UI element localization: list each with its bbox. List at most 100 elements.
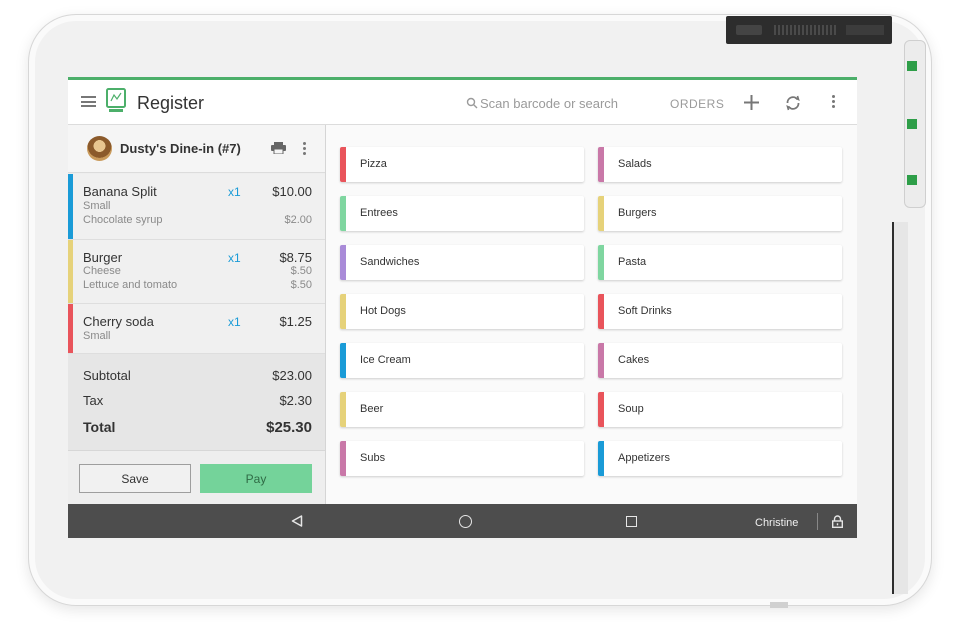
category-tile-ice-cream[interactable]: Ice Cream <box>340 343 584 378</box>
tax-label: Tax <box>83 393 104 408</box>
category-grid: Pizza Salads Entrees Burgers Sandwiches … <box>327 125 857 504</box>
line-accent <box>68 304 73 353</box>
item-price: $10.00 <box>272 184 312 199</box>
tile-accent <box>598 343 604 378</box>
item-name: Banana Split <box>83 184 157 199</box>
search-input[interactable] <box>480 93 656 113</box>
item-qty: x1 <box>228 315 241 329</box>
tile-accent <box>340 294 346 329</box>
subtotal-label: Subtotal <box>83 368 131 383</box>
category-label: Soup <box>618 403 644 415</box>
category-tile-pizza[interactable]: Pizza <box>340 147 584 182</box>
app-screen: Register ORDERS Dusty's Dine-in (#7) <box>68 77 857 538</box>
tile-accent <box>598 245 604 280</box>
category-tile-entrees[interactable]: Entrees <box>340 196 584 231</box>
register-logo-icon <box>106 88 126 112</box>
total-label: Total <box>83 419 116 435</box>
category-tile-subs[interactable]: Subs <box>340 441 584 476</box>
side-rail <box>892 222 908 594</box>
category-tile-sandwiches[interactable]: Sandwiches <box>340 245 584 280</box>
order-panel: Dusty's Dine-in (#7) Banana Split x1 $10… <box>68 125 326 504</box>
indicator-light <box>907 61 917 71</box>
category-tile-salads[interactable]: Salads <box>598 147 842 182</box>
category-tile-burgers[interactable]: Burgers <box>598 196 842 231</box>
bottom-clip <box>770 602 788 608</box>
recent-apps-icon[interactable] <box>626 516 637 527</box>
line-accent <box>68 174 73 239</box>
tax-value: $2.30 <box>279 393 312 408</box>
category-label: Sandwiches <box>360 256 420 268</box>
category-label: Appetizers <box>618 452 670 464</box>
system-nav-bar: Christine <box>68 504 857 538</box>
divider <box>817 513 818 530</box>
category-tile-appetizers[interactable]: Appetizers <box>598 441 842 476</box>
category-label: Burgers <box>618 207 657 219</box>
home-icon[interactable] <box>459 515 472 528</box>
category-label: Hot Dogs <box>360 305 406 317</box>
pay-button[interactable]: Pay <box>200 464 312 493</box>
search-icon[interactable] <box>466 97 478 109</box>
line-accent <box>68 240 73 303</box>
side-indicator-strip <box>904 40 926 208</box>
avatar <box>87 136 112 161</box>
total-value: $25.30 <box>266 419 312 436</box>
tile-accent <box>598 441 604 476</box>
printer-icon[interactable] <box>271 142 286 154</box>
tile-accent <box>598 392 604 427</box>
category-label: Pasta <box>618 256 647 268</box>
order-line-item[interactable]: Burger x1 $8.75 Cheese $.50 Lettuce and … <box>68 240 325 304</box>
category-tile-soup[interactable]: Soup <box>598 392 842 427</box>
tile-accent <box>598 294 604 329</box>
category-tile-soft-drinks[interactable]: Soft Drinks <box>598 294 842 329</box>
order-more-icon[interactable] <box>303 142 306 157</box>
modifier-price: $.50 <box>290 279 312 291</box>
lock-icon[interactable] <box>832 515 843 528</box>
modifier-price: $.50 <box>290 265 312 277</box>
back-icon[interactable] <box>291 515 303 527</box>
save-button[interactable]: Save <box>79 464 191 493</box>
modifier-name: Chocolate syrup <box>83 214 163 226</box>
subtotal-value: $23.00 <box>272 368 312 383</box>
tile-accent <box>598 147 604 182</box>
sync-icon[interactable] <box>784 94 802 112</box>
order-line-item[interactable]: Cherry soda x1 $1.25 Small <box>68 304 325 354</box>
tile-accent <box>340 245 346 280</box>
category-tile-cakes[interactable]: Cakes <box>598 343 842 378</box>
modifier-name: Small <box>83 330 111 342</box>
camera-lens <box>736 25 762 35</box>
order-header: Dusty's Dine-in (#7) <box>68 125 325 173</box>
menu-icon[interactable] <box>81 96 96 107</box>
modifier-price: $2.00 <box>284 214 312 226</box>
category-label: Cakes <box>618 354 650 366</box>
card-slot <box>846 25 884 35</box>
modifier-name: Small <box>83 200 111 212</box>
tile-accent <box>340 147 346 182</box>
category-label: Soft Drinks <box>618 305 672 317</box>
tile-accent <box>340 343 346 378</box>
tile-accent <box>340 392 346 427</box>
category-label: Pizza <box>360 158 387 170</box>
orders-button[interactable]: ORDERS <box>670 97 724 111</box>
item-qty: x1 <box>228 185 241 199</box>
page-title: Register <box>137 93 205 113</box>
category-label: Ice Cream <box>360 354 411 366</box>
more-vert-icon[interactable] <box>832 95 836 109</box>
current-user-name[interactable]: Christine <box>755 517 798 529</box>
category-label: Beer <box>360 403 384 415</box>
tile-accent <box>340 441 346 476</box>
order-line-item[interactable]: Banana Split x1 $10.00 Small Chocolate s… <box>68 174 325 240</box>
indicator-light <box>907 119 917 129</box>
category-tile-beer[interactable]: Beer <box>340 392 584 427</box>
tile-accent <box>340 196 346 231</box>
plus-icon[interactable] <box>743 94 760 111</box>
speaker-grille <box>774 25 836 35</box>
item-name: Burger <box>83 250 123 265</box>
card-reader-module <box>726 16 892 44</box>
item-price: $1.25 <box>279 314 312 329</box>
item-name: Cherry soda <box>83 314 154 329</box>
modifier-name: Lettuce and tomato <box>83 279 178 291</box>
category-label: Subs <box>360 452 386 464</box>
category-label: Salads <box>618 158 652 170</box>
category-tile-hot-dogs[interactable]: Hot Dogs <box>340 294 584 329</box>
category-tile-pasta[interactable]: Pasta <box>598 245 842 280</box>
